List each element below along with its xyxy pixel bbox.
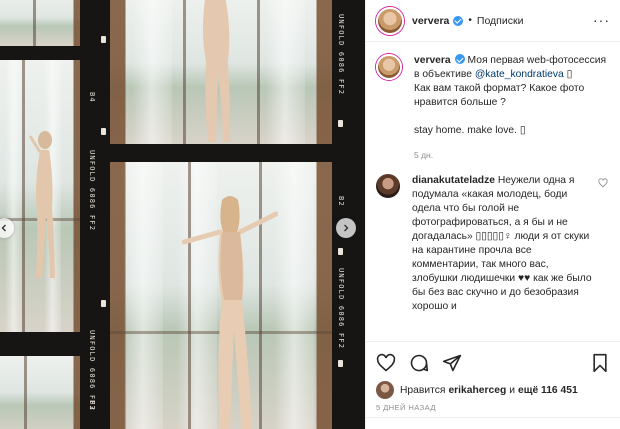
model-figure-left <box>28 130 58 280</box>
heart-icon <box>376 353 396 372</box>
photo-frame-left-bottom <box>0 356 80 429</box>
sprocket-hole <box>101 300 106 307</box>
heart-icon[interactable] <box>598 178 608 188</box>
caption: ververa Моя первая web-фотосессия в объе… <box>376 54 608 162</box>
sprocket-hole <box>101 128 106 135</box>
more-horizontal-icon[interactable]: ··· <box>593 13 610 27</box>
sprocket-hole <box>338 360 343 367</box>
sprocket-hole <box>101 36 106 43</box>
avatar[interactable] <box>376 54 402 80</box>
post-actions <box>366 341 620 383</box>
film-edge-label: B3 <box>88 400 96 411</box>
caption-tagline: stay home. make love. ▯ <box>414 125 526 136</box>
film-edge-label: UNFOLD 6086 FF2 <box>337 14 345 96</box>
likes-count[interactable]: ещё 116 451 <box>518 385 578 396</box>
model-figure-top <box>192 0 238 142</box>
chevron-left-icon <box>1 224 6 232</box>
post-media[interactable]: UNFOLD 6086 FF2 B4 UNFOLD 6086 FF2 B3 UN… <box>0 0 365 429</box>
following-button[interactable]: Подписки <box>477 15 524 27</box>
bookmark-icon <box>593 353 607 372</box>
likes-user[interactable]: erikaherceg <box>448 385 506 396</box>
caption-username[interactable]: ververa <box>414 55 451 66</box>
comment-text: Неужели одна я подумала «какая молодец, … <box>412 175 592 312</box>
avatar[interactable] <box>376 381 394 399</box>
save-button[interactable] <box>590 353 610 373</box>
likes-middle: и <box>509 384 516 396</box>
caption-body: ververa Моя первая web-фотосессия в объе… <box>414 54 608 162</box>
comment-body: dianakutateladze Неужели одна я подумала… <box>412 174 594 314</box>
model-figure-main <box>182 192 278 429</box>
photo-frame-left-top <box>0 0 80 46</box>
like-button[interactable] <box>376 353 396 373</box>
film-edge-label: UNFOLD 6086 FF2 <box>88 150 96 232</box>
film-edge-label: B2 <box>337 196 345 207</box>
likes-prefix: Нравится <box>400 384 446 396</box>
share-icon <box>442 354 462 371</box>
mention-link[interactable]: @kate_kondratieva <box>475 69 564 80</box>
post-date[interactable]: 5 ДНЕЙ НАЗАД <box>376 403 436 412</box>
photo-frame-left-middle <box>0 60 80 332</box>
avatar[interactable] <box>376 6 404 35</box>
film-edge-label: B4 <box>88 92 96 103</box>
verified-badge-icon <box>453 15 464 26</box>
chevron-right-icon <box>344 224 349 232</box>
caption-question: Как вам такой формат? Какое фото нравитс… <box>414 83 585 108</box>
share-button[interactable] <box>442 353 462 373</box>
avatar[interactable] <box>376 174 400 198</box>
verified-badge-icon <box>454 54 465 64</box>
comment-icon <box>410 354 429 371</box>
author-username[interactable]: ververa <box>412 15 449 27</box>
comment-button[interactable] <box>409 353 429 373</box>
sprocket-hole <box>338 248 343 255</box>
photo-frame-top <box>110 0 332 144</box>
list-item: dianakutateladze Неужели одна я подумала… <box>376 174 608 314</box>
add-comment-bar[interactable] <box>366 417 620 429</box>
film-edge-label: UNFOLD 6086 FF2 <box>337 268 345 350</box>
caption-age[interactable]: 5 дн. <box>414 148 608 162</box>
post-header: ververa • Подписки ··· <box>366 0 620 42</box>
photo-frame-main <box>110 162 332 429</box>
post-side-panel: ververa • Подписки ··· ververa Моя перва… <box>365 0 620 429</box>
sprocket-hole <box>338 120 343 127</box>
comments-list[interactable]: ververa Моя первая web-фотосессия в объе… <box>366 42 620 341</box>
separator-dot: • <box>468 15 472 26</box>
carousel-next-button[interactable] <box>336 218 356 238</box>
likes-summary: Нравится erikaherceg и ещё 116 451 <box>376 381 610 399</box>
comment-username[interactable]: dianakutateladze <box>412 175 495 186</box>
